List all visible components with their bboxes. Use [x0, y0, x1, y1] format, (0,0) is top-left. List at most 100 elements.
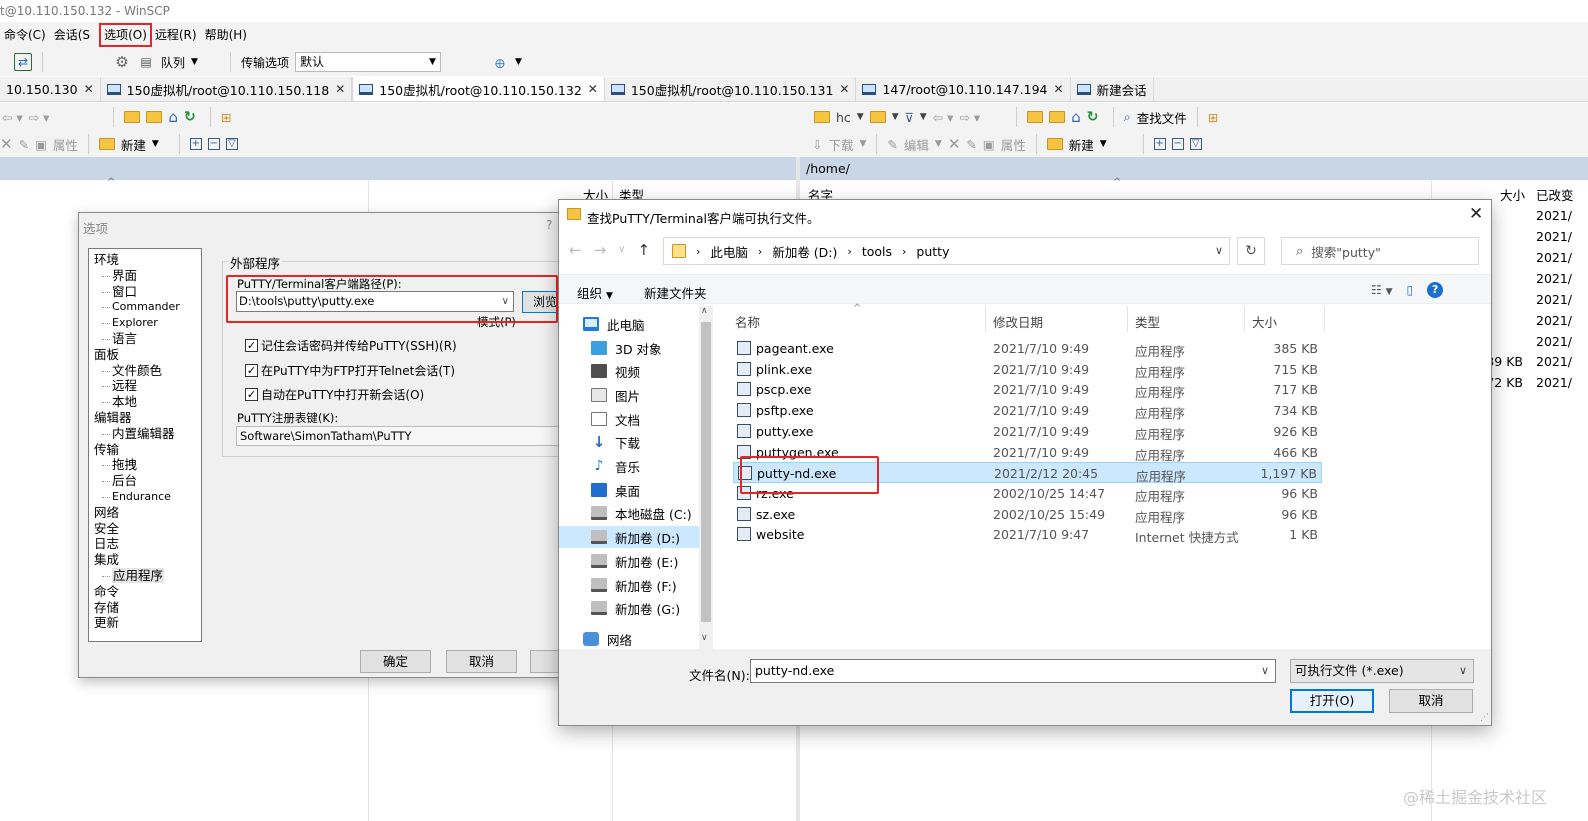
- preview-pane-icon[interactable]: ▯: [1407, 283, 1414, 297]
- tree-item[interactable]: 编辑器: [94, 410, 201, 426]
- up-arrow-icon[interactable]: ↑: [637, 241, 650, 259]
- tree-item[interactable]: 安全: [94, 521, 201, 537]
- col-type[interactable]: 类型: [1135, 312, 1160, 331]
- close-icon[interactable]: ✕: [588, 82, 598, 96]
- plus-icon[interactable]: +: [1153, 138, 1166, 150]
- close-icon[interactable]: ✕: [84, 82, 94, 96]
- file-row[interactable]: website 2021/7/10 9:47 Internet 快捷方式 1 KB: [733, 524, 1322, 545]
- tree-item[interactable]: 集成: [94, 552, 201, 568]
- tree-item[interactable]: 文件颜色: [94, 363, 201, 379]
- chevron-down-icon[interactable]: ▼: [920, 112, 927, 122]
- minus-icon[interactable]: −: [1171, 138, 1184, 150]
- chevron-down-icon[interactable]: ∨: [1215, 244, 1223, 257]
- auto-open-new-session-checkbox[interactable]: ✓ 自动在PuTTY中打开新会话(O): [245, 386, 424, 403]
- tree-item[interactable]: 远程: [94, 378, 201, 394]
- left-path-bar[interactable]: [0, 157, 796, 180]
- left-new-button[interactable]: 新建: [121, 135, 146, 154]
- tree-item[interactable]: 后台: [94, 473, 201, 489]
- close-icon[interactable]: ✕: [1469, 204, 1483, 224]
- forward-arrow-icon[interactable]: ⇨ ▾: [959, 110, 980, 125]
- tree-item[interactable]: 界面: [94, 268, 201, 284]
- telnet-for-ftp-checkbox[interactable]: ✓ 在PuTTY中为FTP打开Telnet会话(T): [245, 362, 455, 379]
- open-button[interactable]: 打开(O): [1290, 689, 1374, 713]
- download-icon[interactable]: ⇩: [812, 137, 822, 152]
- edit-icon[interactable]: ✎: [887, 137, 897, 152]
- parent-folder-icon[interactable]: [124, 111, 141, 123]
- nav-item-drive-e[interactable]: 新加卷 (E:): [591, 550, 678, 572]
- close-icon[interactable]: ✕: [335, 82, 345, 96]
- chevron-down-icon[interactable]: ▼: [152, 139, 159, 149]
- back-arrow-icon[interactable]: ←: [569, 241, 582, 259]
- tree-item[interactable]: 传输: [94, 442, 201, 458]
- menu-options[interactable]: 选项(O): [99, 23, 152, 47]
- transfer-options-combo[interactable]: 默认 ▼: [294, 52, 441, 72]
- tree-item[interactable]: 环境: [94, 252, 201, 268]
- left-properties-button[interactable]: 属性: [53, 135, 78, 154]
- nav-item-this-pc[interactable]: 此电脑: [583, 313, 645, 335]
- tree-item[interactable]: Explorer: [94, 315, 201, 331]
- parent-folder-icon[interactable]: [1027, 111, 1044, 123]
- find-files-icon[interactable]: ⌕: [1124, 109, 1131, 125]
- right-properties-button[interactable]: 属性: [1001, 135, 1026, 154]
- chevron-up-icon[interactable]: ∧: [701, 306, 708, 316]
- tree-item[interactable]: 内置编辑器: [94, 426, 201, 442]
- breadcrumb-item[interactable]: 此电脑: [710, 242, 748, 261]
- cancel-button[interactable]: 取消: [446, 650, 517, 673]
- remember-password-checkbox[interactable]: ✓ 记住会话密码并传给PuTTY(SSH)(R): [245, 337, 457, 354]
- tree-item[interactable]: 语言: [94, 331, 201, 347]
- tree-item[interactable]: 面板: [94, 347, 201, 363]
- sync-icon[interactable]: ⇄: [14, 53, 32, 71]
- close-icon[interactable]: ✕: [839, 82, 849, 96]
- tree-item[interactable]: 网络: [94, 505, 201, 521]
- tree-item[interactable]: 更新: [94, 615, 201, 631]
- right-col-changed[interactable]: 已改变: [1536, 185, 1574, 204]
- nav-item-pictures[interactable]: 图片: [591, 384, 640, 406]
- chevron-down-icon[interactable]: ∨: [701, 633, 708, 643]
- forward-arrow-icon[interactable]: ⇨ ▾: [29, 110, 50, 125]
- globe-icon[interactable]: 🜨: [491, 53, 509, 71]
- nav-item-3d-objects[interactable]: 3D 对象: [591, 337, 662, 359]
- delete-icon[interactable]: ✕: [0, 135, 13, 153]
- back-arrow-icon[interactable]: ⇦ ▾: [2, 110, 23, 125]
- tab-session-118[interactable]: 150虚拟机/root@10.110.150.118 ✕: [100, 77, 353, 101]
- file-row[interactable]: plink.exe 2021/7/10 9:49 应用程序 715 KB: [733, 359, 1322, 380]
- nav-item-network[interactable]: 网络: [583, 628, 632, 650]
- menu-remote[interactable]: 远程(R): [151, 24, 201, 46]
- tab-session-132[interactable]: 150虚拟机/root@10.110.150.132 ✕: [352, 77, 605, 101]
- chevron-down-icon[interactable]: ▼: [191, 57, 198, 67]
- nav-item-videos[interactable]: 视频: [591, 360, 640, 382]
- cancel-button[interactable]: 取消: [1389, 689, 1473, 713]
- tab-session-130[interactable]: 10.150.130 ✕: [0, 77, 101, 101]
- find-files-button[interactable]: 查找文件: [1137, 108, 1187, 127]
- col-date[interactable]: 修改日期: [993, 312, 1043, 331]
- chevron-down-icon[interactable]: ∨: [618, 241, 625, 259]
- tree-item[interactable]: 本地: [94, 394, 201, 410]
- menu-commands[interactable]: 命令(C): [0, 24, 50, 46]
- root-folder-icon[interactable]: [1049, 111, 1066, 123]
- ok-button[interactable]: 确定: [360, 650, 431, 673]
- menu-help[interactable]: 帮助(H): [201, 24, 251, 46]
- tree-item[interactable]: 日志: [94, 536, 201, 552]
- nav-item-drive-f[interactable]: 新加卷 (F:): [591, 574, 677, 596]
- delete-icon[interactable]: ✕: [948, 135, 961, 153]
- home-icon[interactable]: ⌂: [1071, 108, 1081, 126]
- nav-item-music[interactable]: ♪ 音乐: [591, 455, 640, 477]
- search-input[interactable]: ⌕ 搜索"putty": [1281, 237, 1479, 265]
- queue-icon[interactable]: ▤: [137, 53, 155, 71]
- tree-item[interactable]: 命令: [94, 584, 201, 600]
- filter-icon[interactable]: ▽: [225, 138, 238, 150]
- chevron-down-icon[interactable]: ▼: [935, 139, 942, 149]
- nav-item-drive-c[interactable]: 本地磁盘 (C:): [591, 502, 692, 524]
- right-path-bar[interactable]: /home/: [800, 157, 1588, 180]
- filter-icon[interactable]: ⊽: [905, 110, 914, 125]
- organize-button[interactable]: 组织 ▼: [577, 283, 613, 302]
- edit-button[interactable]: 编辑: [904, 135, 929, 154]
- view-options-icon[interactable]: ☷ ▼: [1371, 283, 1393, 297]
- refresh-icon[interactable]: ↻: [1087, 110, 1103, 124]
- help-icon[interactable]: ?: [1427, 282, 1444, 298]
- file-row[interactable]: pscp.exe 2021/7/10 9:49 应用程序 717 KB: [733, 379, 1322, 400]
- nav-scrollbar[interactable]: ∧ ∨: [699, 306, 713, 649]
- chevron-down-icon[interactable]: ▼: [857, 112, 864, 122]
- menu-session[interactable]: 会话(S: [50, 24, 94, 46]
- rename-icon[interactable]: ✎: [966, 137, 976, 152]
